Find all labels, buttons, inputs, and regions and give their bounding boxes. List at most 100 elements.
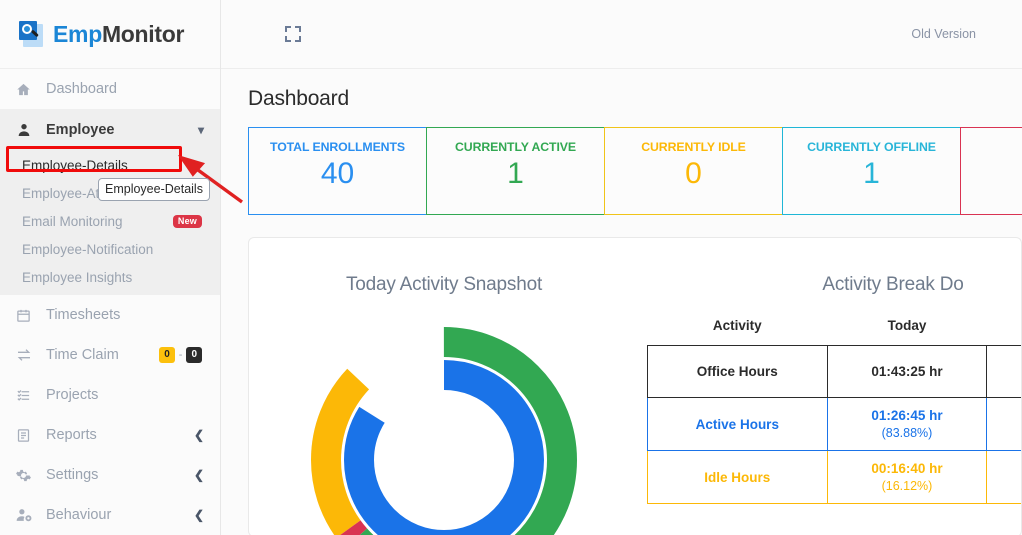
sidebar-item-employee-details[interactable]: Employee-Details <box>0 151 220 179</box>
time-claim-separator: - <box>178 349 183 361</box>
stat-cards: TOTAL ENROLLMENTS 40 CURRENTLY ACTIVE 1 … <box>248 127 1022 215</box>
stat-card-value: 1 <box>507 157 524 190</box>
sidebar-item-label: Dashboard <box>46 81 117 97</box>
topbar: Old Version <box>221 0 1022 69</box>
table-body: Office Hours 01:43:25 hr 2 Active Hours … <box>647 345 1021 504</box>
sidebar-subitem-label: Employee-Details <box>22 157 128 173</box>
chevron-left-icon[interactable]: ❮ <box>194 509 204 521</box>
gear-icon <box>16 468 38 483</box>
sidebar-item-label: Settings <box>46 467 99 483</box>
brand-logo-area[interactable]: EmpMonitor <box>0 0 220 69</box>
user-avatar-icon <box>16 122 38 138</box>
stat-card-currently-active[interactable]: CURRENTLY ACTIVE 1 <box>426 127 604 215</box>
cell-today: 00:16:40 hr (16.12%) <box>826 450 988 504</box>
stat-card-currently-offline[interactable]: CURRENTLY OFFLINE 1 <box>782 127 960 215</box>
sidebar-subitem-label: Employee Insights <box>22 269 133 285</box>
stat-card-label: TOTAL ENROLLMENTS <box>270 140 405 154</box>
stat-card-label: CURRENTLY ACTIVE <box>455 140 576 154</box>
cell-today-percent: (16.12%) <box>881 479 933 493</box>
cell-activity: Idle Hours <box>647 450 828 504</box>
sidebar-item-employee-notification[interactable]: Employee-Notification <box>0 235 220 263</box>
old-version-link[interactable]: Old Version <box>911 27 1000 41</box>
time-claim-approved-badge: 0 <box>186 347 202 363</box>
brand-title-emp: Emp <box>53 20 102 47</box>
stat-card-value: 40 <box>320 157 355 190</box>
cell-today: 01:26:45 hr (83.88%) <box>826 397 988 451</box>
sidebar-item-label: Behaviour <box>46 507 112 523</box>
activity-breakdown-section: Activity Break Do Activity Today Y Offic <box>639 238 1022 535</box>
sidebar-item-settings[interactable]: Settings ❮ <box>0 455 220 495</box>
app-root: EmpMonitor Dashboard Employee ▾ Employee… <box>0 0 1022 535</box>
sidebar-item-dashboard[interactable]: Dashboard <box>0 69 220 109</box>
stat-card-label: CURRENTLY IDLE <box>641 140 746 154</box>
activity-donut-chart[interactable] <box>249 310 639 535</box>
employee-submenu: Employee-Details Employee-Att Email Moni… <box>0 151 220 295</box>
table-row[interactable]: Idle Hours 00:16:40 hr (16.12%) : h <box>647 450 1021 504</box>
page-content: Dashboard TOTAL ENROLLMENTS 40 CURRENTLY… <box>221 69 1022 535</box>
exchange-arrows-icon <box>16 347 38 363</box>
table-row[interactable]: Office Hours 01:43:25 hr 2 <box>647 345 1021 398</box>
stat-card-total-enrollments[interactable]: TOTAL ENROLLMENTS 40 <box>248 127 426 215</box>
sidebar-subitem-label: Employee-Att <box>22 185 104 201</box>
stat-card-label: CURRENTLY OFFLINE <box>807 140 936 154</box>
activity-snapshot-title: Today Activity Snapshot <box>345 274 543 295</box>
page-title: Dashboard <box>248 87 349 110</box>
cell-activity: Active Hours <box>647 397 828 451</box>
sidebar-item-label: Time Claim <box>46 347 119 363</box>
time-claim-pending-badge: 0 <box>159 347 175 363</box>
document-magnifier-icon <box>18 20 46 48</box>
chevron-left-icon[interactable]: ❮ <box>194 469 204 481</box>
stat-card-value: 0 <box>685 157 702 190</box>
activity-breakdown-table: Activity Today Y Office Hours 01:43:25 h… <box>647 314 1022 504</box>
sidebar-item-reports[interactable]: Reports ❮ <box>0 415 220 455</box>
user-gear-icon <box>16 507 38 523</box>
chevron-left-icon[interactable]: ❮ <box>194 429 204 441</box>
sidebar-subitem-label: Employee-Notification <box>22 241 154 257</box>
cell-today-value: 00:16:40 hr <box>871 461 943 476</box>
sidebar: EmpMonitor Dashboard Employee ▾ Employee… <box>0 0 243 535</box>
activity-breakdown-title: Activity Break Do <box>822 274 964 295</box>
stat-card-currently-idle[interactable]: CURRENTLY IDLE 0 <box>604 127 782 215</box>
donut-chart-svg <box>311 327 577 535</box>
table-head: Activity Today Y <box>648 314 1022 346</box>
sidebar-item-label: Reports <box>46 427 97 443</box>
cell-yesterday: 02:16 <box>986 397 1021 451</box>
chevron-down-icon[interactable]: ▾ <box>198 124 204 136</box>
sidebar-item-employee[interactable]: Employee ▾ <box>0 109 220 151</box>
stat-card-value: 1 <box>863 157 880 190</box>
table-row[interactable]: Active Hours 01:26:45 hr (83.88%) 02:16 <box>647 397 1021 451</box>
expand-fullscreen-icon[interactable] <box>285 26 301 42</box>
brand-title: EmpMonitor <box>53 20 185 47</box>
time-claim-badges: 0 - 0 <box>159 347 202 363</box>
stat-card-partial[interactable] <box>960 127 1022 215</box>
cell-activity: Office Hours <box>647 345 828 398</box>
sidebar-item-timesheets[interactable]: Timesheets <box>0 295 220 335</box>
task-list-icon <box>16 388 38 403</box>
cell-yesterday-percent: h <box>987 479 1021 493</box>
donut-inner-ring <box>344 360 544 535</box>
cell-today-value: 01:26:45 hr <box>871 408 943 423</box>
cell-yesterday: : h <box>986 450 1021 504</box>
sidebar-item-label: Timesheets <box>46 307 121 323</box>
sidebar-item-projects[interactable]: Projects <box>0 375 220 415</box>
sidebar-item-email-monitoring[interactable]: Email Monitoring New <box>0 207 220 235</box>
hamburger-icon[interactable] <box>243 31 259 36</box>
col-header-today: Today <box>887 318 927 333</box>
sidebar-nav: Dashboard Employee ▾ Employee-Details Em… <box>0 69 220 535</box>
sidebar-subitem-label: Email Monitoring <box>22 213 123 229</box>
sidebar-item-time-claim[interactable]: Time Claim 0 - 0 <box>0 335 220 375</box>
col-header-yesterday: Y <box>987 314 1021 346</box>
col-header-activity: Activity <box>712 318 762 333</box>
home-icon <box>16 82 38 97</box>
sidebar-item-behaviour[interactable]: Behaviour ❮ <box>0 495 220 535</box>
sidebar-item-label: Employee <box>46 122 115 138</box>
cell-today-percent: (83.88%) <box>881 426 933 440</box>
document-icon <box>16 428 38 443</box>
table-header-row: Activity Today Y <box>648 314 1022 346</box>
donut-seg-active-hours <box>344 360 544 535</box>
cell-yesterday: 2 <box>986 345 1021 398</box>
cell-today: 01:43:25 hr <box>826 345 988 398</box>
brand-title-monitor: Monitor <box>101 20 185 47</box>
sidebar-item-employee-insights[interactable]: Employee Insights <box>0 263 220 291</box>
activity-snapshot-section: Today Activity Snapshot <box>249 238 639 535</box>
